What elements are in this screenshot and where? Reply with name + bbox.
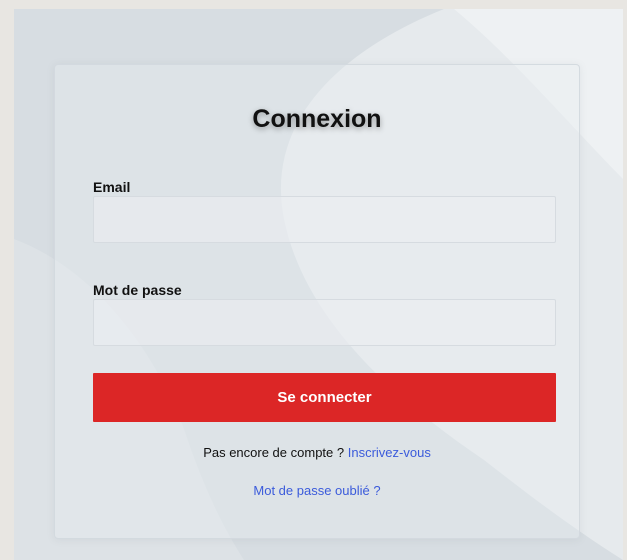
signup-link[interactable]: Inscrivez-vous <box>348 445 431 460</box>
password-field[interactable] <box>93 299 556 346</box>
forgot-password-link[interactable]: Mot de passe oublié ? <box>253 483 380 498</box>
signup-prompt: Pas encore de compte ? Inscrivez-vous <box>55 445 579 460</box>
forgot-password-row: Mot de passe oublié ? <box>55 483 579 498</box>
page-title: Connexion <box>252 105 382 133</box>
login-button[interactable]: Se connecter <box>93 373 556 422</box>
login-page: Connexion Email Mot de passe Se connecte… <box>14 9 623 560</box>
email-label: Email <box>93 179 131 195</box>
login-card: Connexion Email Mot de passe Se connecte… <box>54 64 580 539</box>
email-field[interactable] <box>93 196 556 243</box>
no-account-text: Pas encore de compte ? <box>203 445 345 460</box>
password-label: Mot de passe <box>93 282 182 298</box>
